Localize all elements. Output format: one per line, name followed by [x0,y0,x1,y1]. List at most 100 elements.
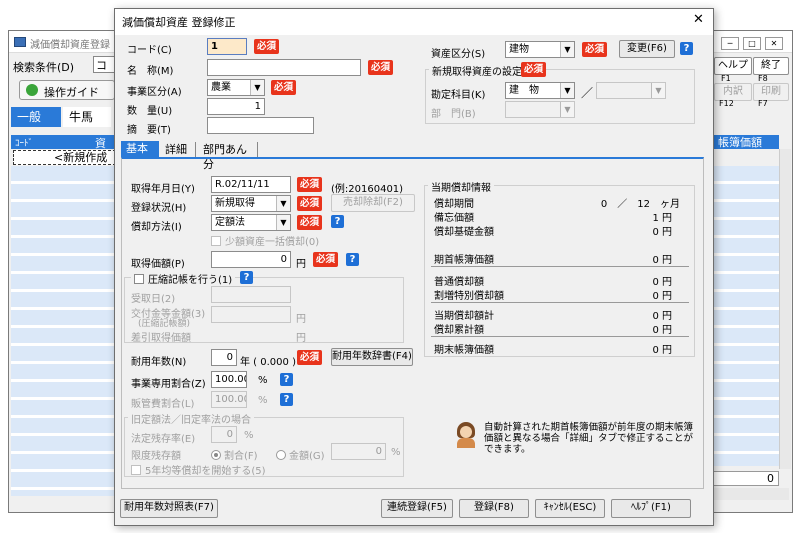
name-label: 名 称(M) [127,66,174,77]
sales-admin-ratio-input[interactable]: 100.00 [211,391,247,408]
dialog-close-icon[interactable]: ✕ [693,12,704,27]
base-amount-value: 0 円 [652,227,672,238]
help-button[interactable]: ﾍﾙﾌﾟ(F1) [611,499,691,518]
bg-hscroll[interactable] [713,488,789,500]
compression-label: 圧縮記帳を行う(1) [148,275,233,286]
memo-label: 摘 要(T) [127,125,171,136]
current-dep-label: 当期償却額計 [434,311,494,322]
account-label: 勘定科目(K) [431,90,486,101]
bg-scrollbar[interactable] [779,149,791,469]
amount-radio[interactable]: 金額(G) [276,447,325,462]
biz-category-select[interactable]: 農業 ▼ [207,79,265,96]
dep-period-value: 0 ／ 12 ヶ月 [600,199,680,210]
ratio-radio[interactable]: 割合(F) [211,447,258,462]
registration-status-select[interactable]: 新規取得 ▼ [211,195,291,212]
bg-f1-label: F1 [721,74,731,83]
divider [431,302,689,303]
depreciation-method-select[interactable]: 定額法 ▼ [211,214,291,231]
registration-status-label: 登録状況(H) [131,203,187,214]
dialog-title: 減価償却資産 登録修正 [122,16,236,29]
current-dep-row: 当期償却額計 0 円 [434,307,688,322]
chevron-down-icon: ▼ [276,196,290,211]
quantity-input[interactable]: 1 [207,98,265,115]
code-input[interactable]: 1 [207,38,247,55]
small-asset-checkbox[interactable]: 少額資産一括償却(0) [211,233,319,248]
name-input[interactable] [207,59,361,76]
minimize-icon[interactable]: ─ [721,37,739,50]
special-dep-row: 割増特別償却額 0 円 [434,287,688,302]
memo-value-row: 備忘価額 1 円 [434,209,688,224]
sub-account-select[interactable]: ▼ [596,82,666,99]
acquisition-date-input[interactable]: R.02/11/11 [211,176,291,193]
acquisition-price-help-icon[interactable]: ? [346,253,359,266]
useful-life-dictionary-button[interactable]: 耐用年数辞書(F4) [331,348,413,366]
register-button[interactable]: 登録(F8) [459,499,529,518]
bg-total-field: 0 [713,471,779,486]
avatar-face [460,426,472,438]
normal-dep-value: 0 円 [652,277,672,288]
department-select[interactable]: ▼ [505,101,575,118]
tab-horse[interactable]: 牛馬 [63,107,111,127]
useful-life-unit: 年 ( 0.000 ) [240,357,296,368]
notice-text: 自動計算された期首帳簿価額が前年度の期末帳簿価額と異なる場合「詳細」タブで修正す… [484,422,694,455]
chevron-down-icon: ▼ [651,83,665,98]
maximize-icon[interactable]: □ [743,37,761,50]
depreciation-method-value: 定額法 [215,217,245,228]
cancel-button[interactable]: ｷｬﾝｾﾙ(ESC) [535,499,605,518]
sale-disposal-button[interactable]: 売却除却(F2) [331,194,415,212]
search-condition-label[interactable]: 検索条件(D) [13,59,74,75]
account-slash: ／ [581,86,594,100]
new-asset-settings-title: 新規取得資産の設定 [429,63,525,78]
sales-admin-ratio-help-icon[interactable]: ? [280,393,293,406]
subsidy-input[interactable] [211,306,291,323]
subsidy-sub-label: (圧縮記帳額) [138,319,191,329]
limit-amount-input[interactable]: 0 [331,443,386,460]
department-label: 部 門(B) [431,109,476,120]
change-button[interactable]: 変更(F6) [619,40,675,58]
closing-book-label: 期末帳簿価額 [434,345,494,356]
ratio-radio-label: 割合(F) [224,451,258,462]
base-amount-label: 償却基礎金額 [434,227,494,238]
chevron-down-icon: ▼ [560,83,574,98]
opening-book-row: 期首帳簿価額 0 円 [434,251,688,266]
tab-basic[interactable]: 基本 [121,141,159,157]
five-year-checkbox[interactable]: 5年均等償却を開始する(5) [131,462,266,477]
residual-rate-input[interactable]: 0 [211,426,237,443]
account-select[interactable]: 建 物 ▼ [505,82,575,99]
bg-window-controls[interactable]: ─ □ ✕ [721,37,785,51]
opening-book-value: 0 円 [652,255,672,266]
tab-detail[interactable]: 詳細 [162,142,196,157]
operation-guide-button[interactable]: 操作ガイド [19,80,115,100]
tab-general[interactable]: 一般 [11,107,61,127]
chevron-down-icon: ▼ [560,102,574,117]
asset-category-label: 資産区分(S) [431,49,486,60]
asset-category-select[interactable]: 建物 ▼ [505,41,575,58]
asset-category-help-icon[interactable]: ? [680,42,693,55]
acquisition-price-input[interactable]: 0 [211,251,291,268]
cumulative-dep-label: 償却累計額 [434,325,484,336]
compression-help-icon[interactable]: ? [240,271,253,284]
depreciation-method-help-icon[interactable]: ? [331,215,344,228]
old-method-title: 旧定額法／旧定率法の場合 [128,411,254,426]
useful-life-input[interactable]: 0 [211,349,237,366]
memo-input[interactable] [207,117,314,134]
bg-f12-label: F12 [719,99,734,108]
cumulative-dep-row: 償却累計額 0 円 [434,321,688,336]
business-ratio-help-icon[interactable]: ? [280,373,293,386]
received-date-input[interactable] [211,286,291,303]
account-value: 建 物 [509,85,539,96]
tab-dept-allocation[interactable]: 部門あん分 [200,142,258,171]
received-date-label: 受取日(2) [131,294,176,305]
compression-checkbox[interactable]: 圧縮記帳を行う(1) [131,271,236,286]
business-ratio-label: 事業専用割合(Z) [131,379,206,390]
bg-end-button[interactable]: 終了 [753,57,789,75]
useful-life-table-button[interactable]: 耐用年数対照表(F7) [120,499,218,518]
registration-status-value: 新規取得 [215,198,255,209]
acquisition-date-example: (例:20160401) [331,184,404,195]
business-ratio-input[interactable]: 100.00 [211,371,247,388]
continuous-register-button[interactable]: 連続登録(F5) [381,499,453,518]
new-row[interactable]: <新規作成 [13,150,116,165]
bg-help-button[interactable]: ヘルプ [714,57,752,75]
close-icon[interactable]: ✕ [765,37,783,50]
chevron-down-icon: ▼ [560,42,574,57]
